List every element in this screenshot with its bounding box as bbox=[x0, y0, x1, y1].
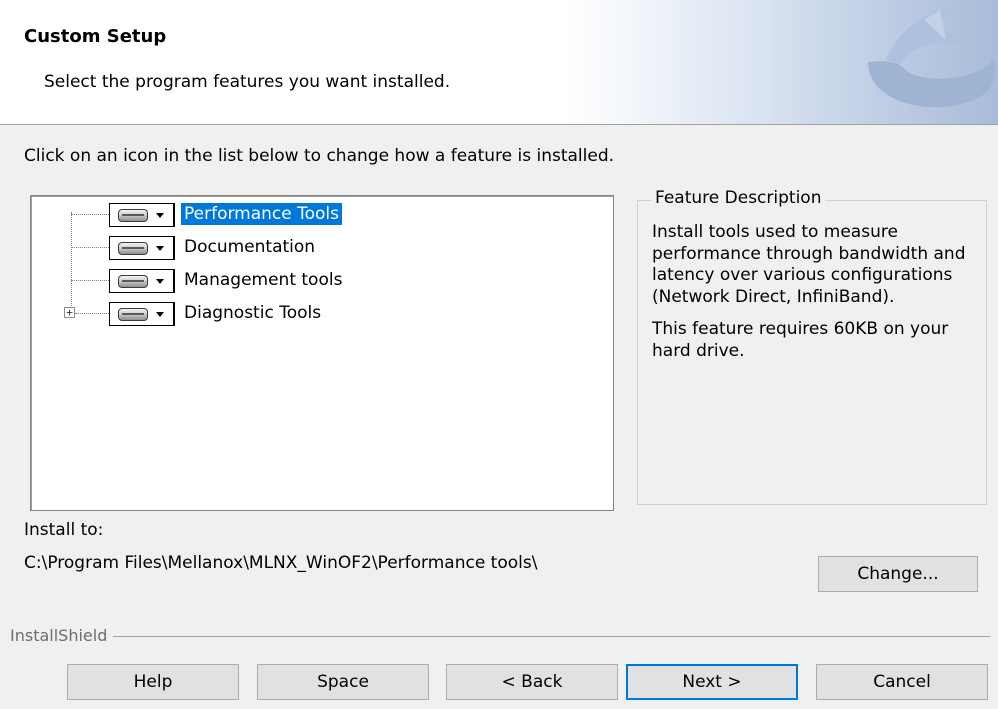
feature-tree[interactable]: Performance Tools Documentation Manageme… bbox=[30, 195, 614, 511]
change-button[interactable]: Change... bbox=[818, 556, 978, 592]
hard-drive-icon[interactable] bbox=[109, 269, 175, 293]
installshield-logo-icon bbox=[868, 8, 996, 108]
hard-drive-icon[interactable] bbox=[109, 203, 175, 227]
tree-row-management-tools[interactable]: Management tools bbox=[31, 268, 591, 294]
drive-shape bbox=[118, 209, 148, 222]
feature-label-management-tools[interactable]: Management tools bbox=[181, 269, 345, 291]
back-button[interactable]: < Back bbox=[446, 664, 618, 700]
hard-drive-icon[interactable] bbox=[109, 236, 175, 260]
tree-connector bbox=[71, 214, 109, 215]
expand-plus-icon[interactable]: + bbox=[64, 307, 75, 318]
tree-row-performance-tools[interactable]: Performance Tools bbox=[31, 202, 591, 228]
page-subtitle: Select the program features you want ins… bbox=[44, 72, 451, 92]
feature-description-text: Install tools used to measure performanc… bbox=[652, 222, 977, 373]
feature-label-documentation[interactable]: Documentation bbox=[181, 236, 318, 258]
chevron-down-icon bbox=[156, 279, 164, 284]
drive-shape bbox=[118, 275, 148, 288]
tree-row-documentation[interactable]: Documentation bbox=[31, 235, 591, 261]
next-button[interactable]: Next > bbox=[626, 664, 798, 700]
instruction-text: Click on an icon in the list below to ch… bbox=[24, 146, 615, 166]
tree-row-diagnostic-tools[interactable]: + Diagnostic Tools bbox=[31, 301, 591, 327]
install-to-label: Install to: bbox=[24, 520, 104, 540]
tree-connector bbox=[71, 280, 109, 281]
feature-label-performance-tools[interactable]: Performance Tools bbox=[181, 203, 343, 225]
help-button[interactable]: Help bbox=[67, 664, 239, 700]
drive-shape bbox=[118, 242, 148, 255]
chevron-down-icon bbox=[156, 312, 164, 317]
chevron-down-icon bbox=[156, 213, 164, 218]
feature-description-legend: Feature Description bbox=[651, 188, 826, 208]
cancel-button[interactable]: Cancel bbox=[816, 664, 988, 700]
feature-label-diagnostic-tools[interactable]: Diagnostic Tools bbox=[181, 302, 324, 324]
tree-connector bbox=[71, 247, 109, 248]
header-banner: Custom Setup Select the program features… bbox=[0, 0, 998, 125]
drive-shape bbox=[118, 308, 148, 321]
chevron-down-icon bbox=[156, 246, 164, 251]
description-requirement: This feature requires 60KB on your hard … bbox=[652, 319, 949, 361]
tree-connector bbox=[75, 313, 109, 314]
description-body: Install tools used to measure performanc… bbox=[652, 222, 966, 307]
space-button[interactable]: Space bbox=[257, 664, 429, 700]
hard-drive-icon[interactable] bbox=[109, 302, 175, 326]
install-path-text: C:\Program Files\Mellanox\MLNX_WinOF2\Pe… bbox=[24, 553, 538, 573]
brand-divider bbox=[10, 636, 990, 637]
page-title: Custom Setup bbox=[24, 26, 167, 47]
installshield-brand: InstallShield bbox=[10, 626, 114, 645]
